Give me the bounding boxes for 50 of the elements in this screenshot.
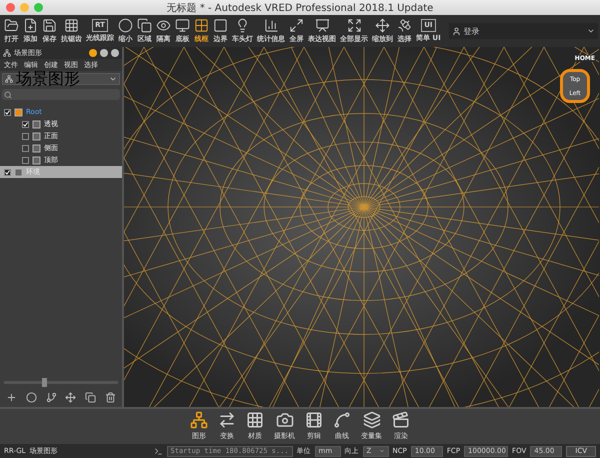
copy-icon[interactable] [84,392,96,403]
node-icon [32,132,41,140]
window-title: 无标题 * - Autodesk VRED Professional 2018.1 Update [166,2,434,14]
visibility-checkbox[interactable] [22,156,29,164]
square-icon [213,18,228,33]
eye-icon [156,18,171,33]
visibility-checkbox[interactable] [22,144,29,152]
node-icon [32,144,41,152]
branch-icon[interactable] [46,392,57,403]
login-field[interactable]: 登录 [448,23,598,39]
visibility-checkbox[interactable] [4,168,11,176]
move-icon[interactable] [65,392,76,403]
user-icon [452,26,461,36]
tree-icon [3,49,11,57]
delete-icon[interactable] [104,392,116,403]
terminal-icon[interactable] [154,446,163,456]
node-icon [14,108,23,116]
search-field[interactable] [2,89,120,100]
expand-icon [346,18,362,33]
save-icon [42,18,57,33]
caret-icon [587,27,595,35]
arrows-icon [218,411,236,429]
curve-icon [333,411,351,429]
slider-thumb[interactable] [42,378,47,387]
easel-icon [314,18,330,33]
layers-icon [362,411,380,429]
screen-icon [175,18,190,33]
caret-icon [109,75,117,83]
visibility-checkbox[interactable] [22,120,29,128]
pin-icon[interactable] [89,49,97,57]
caret-icon [378,448,385,454]
film-icon [305,411,323,429]
visibility-checkbox[interactable] [22,132,29,140]
node-icon [32,156,41,164]
grid-icon [64,18,79,33]
folder-icon [4,18,19,33]
visibility-checkbox[interactable] [4,108,11,116]
node-icon [32,120,41,128]
tree-icon [190,411,208,429]
clapperboard-icon [392,411,410,429]
tree-icon [5,75,13,83]
camera-icon [276,411,294,429]
bars-icon [264,18,278,33]
grid-icon [246,411,264,429]
file-icon [23,18,38,33]
add-icon[interactable] [6,392,18,403]
node-icon [14,168,23,176]
sat-icon [397,18,412,33]
search-icon [4,90,12,98]
cross-icon [375,18,390,33]
